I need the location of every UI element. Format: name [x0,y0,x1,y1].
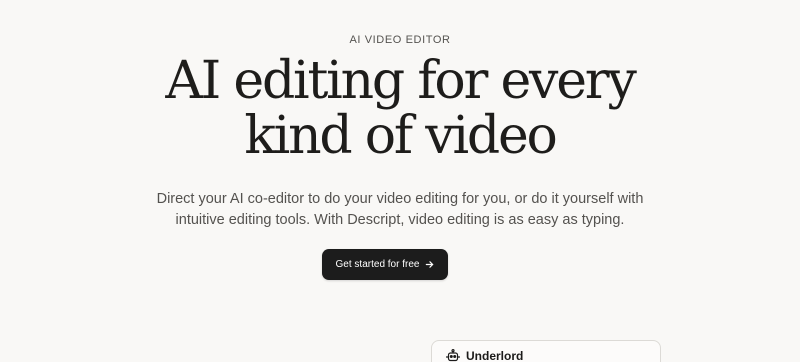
hero-headline: AI editing for every kind of video [0,54,800,164]
eyebrow-label: AI VIDEO EDITOR [349,34,451,46]
underlord-panel: Underlord [431,340,661,362]
panel-header: Underlord [446,349,523,362]
subtitle-line-1: Direct your AI co-editor to do your vide… [156,191,644,207]
headline-line-1: AI editing for every [165,51,636,111]
robot-icon [446,349,460,362]
subtitle-line-2: intuitive editing tools. With Descript, … [175,212,625,228]
get-started-label: Get started for free [335,259,420,270]
get-started-button[interactable]: Get started for free [322,249,448,280]
hero-subtitle: Direct your AI co-editor to do your vide… [0,189,800,231]
headline-line-2: kind of video [244,106,558,166]
arrow-right-icon [425,260,434,269]
panel-title: Underlord [466,349,524,362]
